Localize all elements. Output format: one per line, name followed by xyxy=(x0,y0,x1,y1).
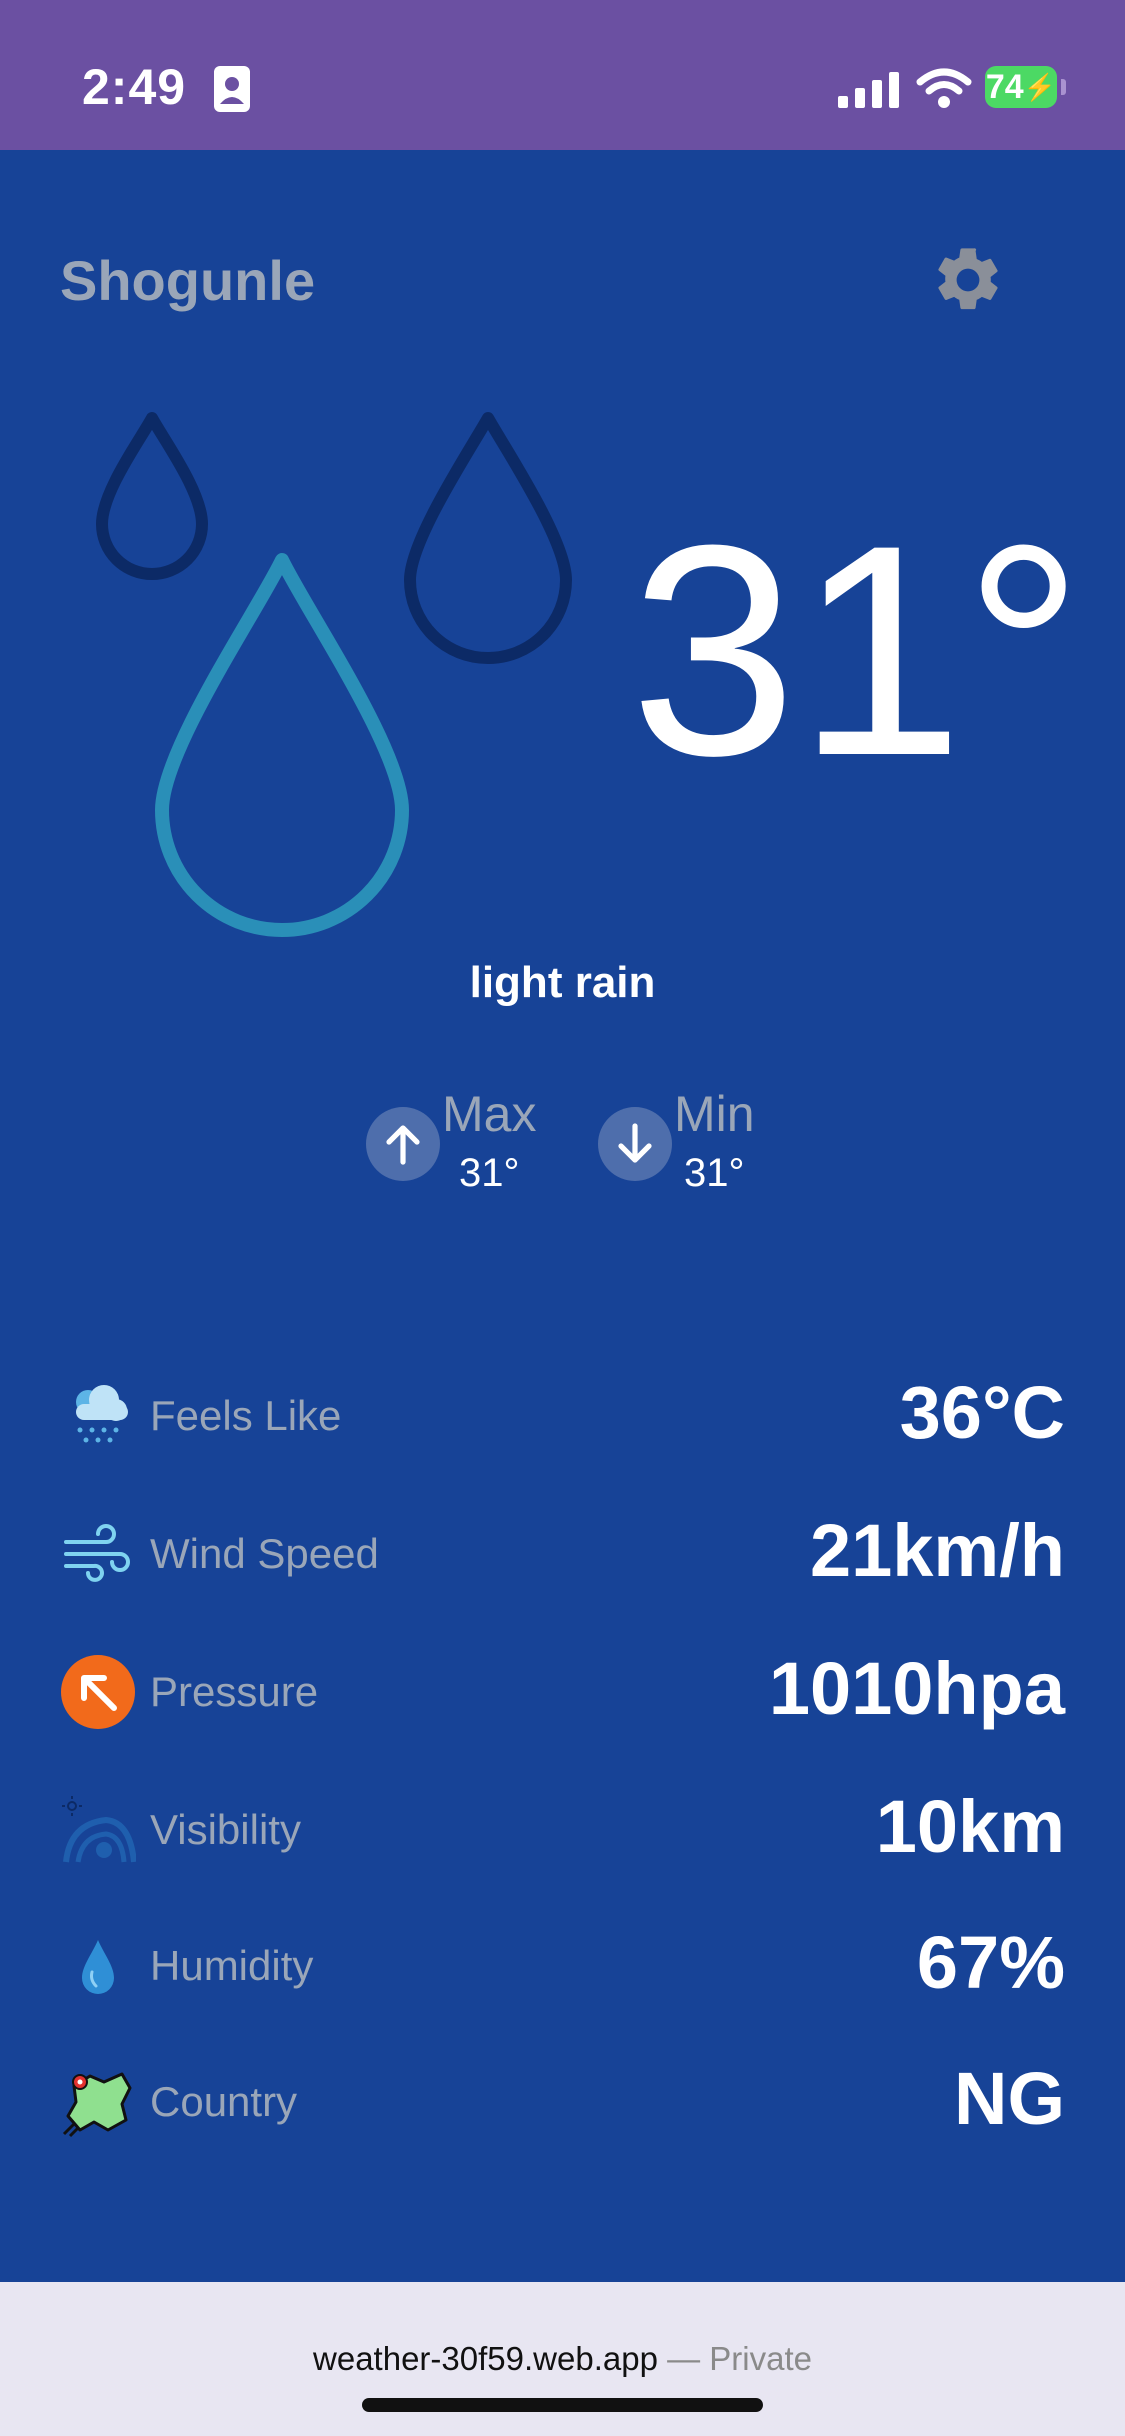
home-indicator[interactable] xyxy=(362,2398,763,2412)
detail-value: 21km/h xyxy=(809,1509,1065,1592)
url-host: weather-30f59.web.app xyxy=(313,2340,658,2377)
detail-label: Visibility xyxy=(150,1806,301,1853)
wifi-icon xyxy=(916,68,972,108)
arrow-down-icon xyxy=(598,1107,672,1181)
water-drop-icon xyxy=(82,1940,114,1994)
min-temp-group: Min 31° xyxy=(598,1085,755,1196)
visibility-icon xyxy=(62,1796,136,1863)
rain-drops-icon xyxy=(96,412,572,937)
max-label: Max xyxy=(442,1086,537,1142)
detail-row-wind-speed: Wind Speed 21km/h xyxy=(60,1500,1065,1600)
detail-value: 10km xyxy=(875,1785,1065,1868)
map-icon xyxy=(62,2072,132,2138)
arrow-up-icon xyxy=(366,1107,440,1181)
url-bar[interactable]: weather-30f59.web.app — Private xyxy=(0,2340,1125,2378)
wind-icon xyxy=(64,1524,130,1582)
detail-label: Pressure xyxy=(150,1668,319,1715)
detail-row-visibility: Visibility 10km xyxy=(60,1776,1065,1876)
contact-card-icon xyxy=(214,66,250,112)
min-label: Min xyxy=(674,1086,755,1142)
battery-tip xyxy=(1061,79,1066,95)
detail-row-feels-like: Feels Like 36°C xyxy=(60,1362,1065,1462)
detail-value: 67% xyxy=(916,1921,1065,2004)
min-value: 31° xyxy=(684,1151,745,1195)
browser-bottom-bar: weather-30f59.web.app — Private xyxy=(0,2282,1125,2436)
max-temp-group: Max 31° xyxy=(366,1085,536,1196)
status-time: 2:49 xyxy=(82,59,187,115)
cellular-signal-icon xyxy=(838,72,899,108)
cloud-rain-icon xyxy=(76,1385,128,1443)
settings-gear-icon[interactable] xyxy=(930,242,1006,318)
detail-row-humidity: Humidity 67% xyxy=(60,1912,1065,2012)
private-mode-label: — Private xyxy=(667,2340,812,2377)
detail-row-pressure: Pressure 1010hpa xyxy=(60,1638,1065,1738)
battery-indicator: 74 ⚡ xyxy=(985,66,1057,108)
max-value: 31° xyxy=(458,1151,520,1195)
status-bar: 2:49 74 ⚡ xyxy=(0,0,1125,150)
detail-value: 36°C xyxy=(899,1371,1065,1454)
battery-level: 74 xyxy=(985,67,1024,106)
detail-label: Humidity xyxy=(150,1942,314,1989)
pressure-icon xyxy=(61,1655,135,1729)
weather-condition: light rain xyxy=(469,958,656,1007)
detail-value: 1010hpa xyxy=(768,1647,1065,1730)
detail-label: Wind Speed xyxy=(150,1530,379,1577)
city-name: Shogunle xyxy=(60,249,316,312)
current-temperature: 31° xyxy=(630,482,1084,818)
detail-row-country: Country NG xyxy=(60,2048,1065,2148)
detail-label: Country xyxy=(150,2078,298,2125)
detail-label: Feels Like xyxy=(150,1392,342,1439)
detail-value: NG xyxy=(954,2057,1065,2140)
